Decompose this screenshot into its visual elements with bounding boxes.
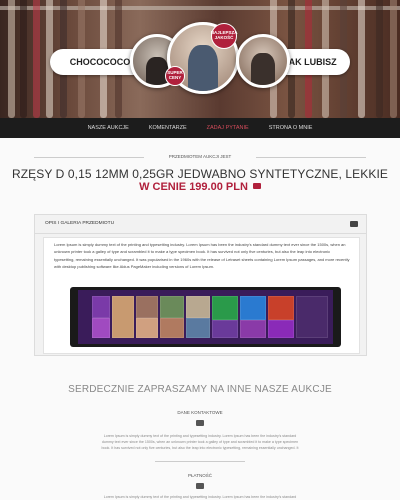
quality-badge: NAJLEPSZA JAKOŚĆ bbox=[211, 23, 237, 49]
product-title: RZĘSY D 0,15 12MM 0,25GR JEDWABNO SYNTET… bbox=[11, 167, 389, 181]
description-panel: OPIS I GALERIA PRZEDMIOTU Lorem Ipsum is… bbox=[34, 214, 367, 356]
price-badge: SUPER CENY bbox=[165, 66, 185, 86]
hanging-clothes bbox=[358, 0, 365, 118]
screen-tile bbox=[92, 318, 110, 338]
gallery-icon bbox=[350, 221, 358, 227]
invite-title: SERDECZNIE ZAPRASZAMY NA INNE NASZE AUKC… bbox=[68, 384, 332, 395]
contact-heading: DANE KONTAKTOWE bbox=[177, 410, 223, 415]
cart-icon[interactable] bbox=[252, 183, 261, 189]
shopper-photo bbox=[236, 34, 290, 88]
hanging-clothes bbox=[390, 0, 397, 118]
tablet-screen bbox=[78, 290, 333, 344]
description-header: OPIS I GALERIA PRZEDMIOTU bbox=[35, 215, 366, 234]
nav-item-about[interactable]: STRONA O MNIE bbox=[269, 125, 313, 131]
shopper-figure bbox=[251, 53, 275, 85]
payment-heading: PŁATNOŚĆ bbox=[188, 473, 212, 478]
screen-tile bbox=[240, 320, 266, 338]
product-image bbox=[70, 287, 341, 347]
screen-tile bbox=[92, 296, 110, 318]
nav-item-comments[interactable]: KOMENTARZE bbox=[149, 125, 187, 131]
price-badge-label: SUPER CENY bbox=[167, 70, 183, 80]
quality-badge-label: NAJLEPSZA JAKOŚĆ bbox=[210, 30, 238, 40]
screen-tile bbox=[212, 296, 238, 320]
screen-tile bbox=[212, 320, 238, 338]
description-content: Lorem Ipsum is simply dummy text of the … bbox=[43, 237, 360, 354]
hanging-clothes bbox=[20, 0, 27, 118]
divider bbox=[155, 461, 245, 462]
rack-figure bbox=[146, 57, 168, 85]
screen-tile bbox=[160, 318, 184, 338]
screen-tile bbox=[186, 296, 210, 318]
description-heading: OPIS I GALERIA PRZEDMIOTU bbox=[45, 221, 115, 226]
hanging-clothes bbox=[376, 0, 383, 118]
wallet-icon bbox=[196, 483, 204, 489]
hero-banner: CHOCOCOCO TAK JAK LUBISZ NAJLEPSZA JAKOŚ… bbox=[0, 0, 400, 118]
model-figure bbox=[188, 45, 218, 91]
screen-tile bbox=[186, 318, 210, 338]
screen-tile bbox=[136, 318, 158, 338]
contact-text: Lorem Ipsum is simply dummy text of the … bbox=[101, 434, 299, 450]
screen-tile bbox=[296, 296, 328, 338]
nav-item-ask-question[interactable]: ZADAJ PYTANIE bbox=[207, 125, 249, 131]
product-price: W CENIE 199.00 PLN bbox=[0, 181, 400, 193]
payment-text: Lorem Ipsum is simply dummy text of the … bbox=[103, 495, 297, 499]
price-text: W CENIE 199.00 PLN bbox=[139, 181, 248, 193]
screen-tile bbox=[160, 296, 184, 318]
description-text: Lorem Ipsum is simply dummy text of the … bbox=[54, 242, 350, 270]
hanging-clothes bbox=[8, 0, 15, 118]
nav-item-auctions[interactable]: NASZE AUKCJE bbox=[88, 125, 129, 131]
subject-label: PRZEDMIOTEM AUKCJI JEST bbox=[168, 154, 232, 159]
screen-tile bbox=[136, 296, 158, 318]
hanging-clothes bbox=[33, 0, 40, 118]
screen-tile bbox=[268, 296, 294, 320]
screen-tile bbox=[268, 320, 294, 338]
brand-label: CHOCOCOCO bbox=[69, 57, 131, 67]
main-nav: NASZE AUKCJE KOMENTARZE ZADAJ PYTANIE ST… bbox=[0, 118, 400, 138]
screen-tile bbox=[112, 296, 134, 338]
contact-card-icon bbox=[196, 420, 204, 426]
screen-tile bbox=[240, 296, 266, 320]
